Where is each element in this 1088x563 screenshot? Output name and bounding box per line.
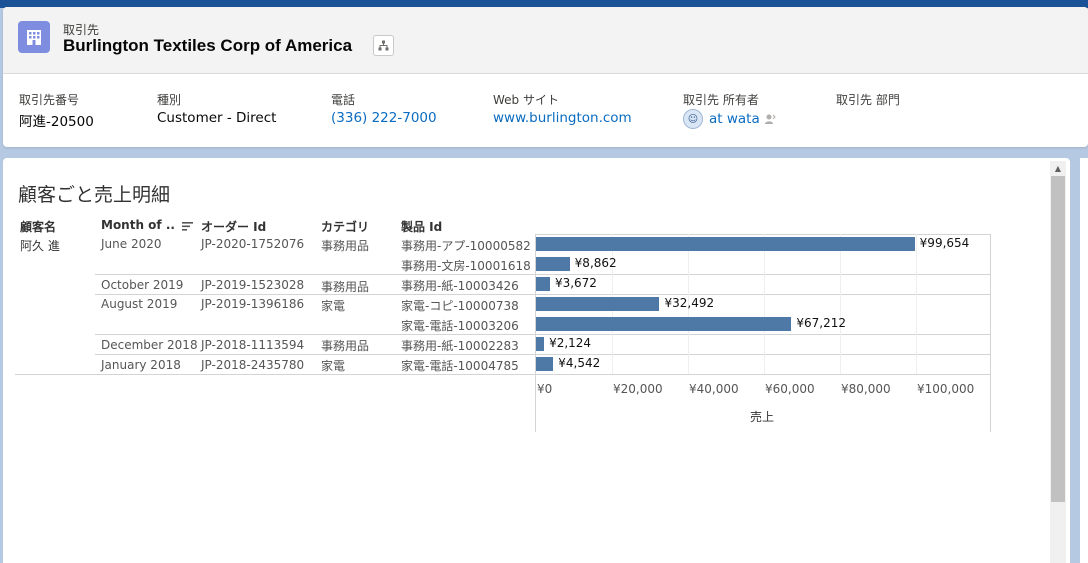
phone-link[interactable]: (336) 222-7000: [331, 110, 437, 126]
chart-top-border: [535, 234, 991, 235]
chart-bar[interactable]: [536, 297, 660, 311]
owner-avatar[interactable]: ☺: [683, 109, 703, 129]
order-id-cell[interactable]: JP-2018-1113594: [201, 338, 304, 352]
chart-bar[interactable]: [536, 237, 915, 251]
category-cell[interactable]: 家電: [321, 297, 345, 314]
col-header-customer[interactable]: 顧客名: [20, 218, 56, 235]
field-label: 取引先 所有者: [683, 93, 759, 107]
bar-value-label: ¥3,672: [554, 276, 597, 290]
x-axis-tick-label: ¥60,000: [765, 382, 815, 396]
row-divider: [95, 274, 991, 275]
order-id-cell[interactable]: JP-2019-1523028: [201, 278, 304, 292]
website-link[interactable]: www.burlington.com: [493, 110, 632, 126]
record-title: Burlington Textiles Corp of America: [63, 36, 353, 55]
x-axis-title: 売上: [750, 410, 775, 424]
month-cell[interactable]: August 2019: [101, 297, 177, 311]
field-type: 種別 Customer - Direct: [157, 91, 276, 126]
bar-value-label: ¥67,212: [796, 316, 847, 330]
x-axis-tick-label: ¥80,000: [841, 382, 891, 396]
side-card-edge: [1080, 158, 1088, 563]
chart-bar[interactable]: [536, 257, 570, 271]
record-header-top: 取引先 Burlington Textiles Corp of America: [3, 7, 1088, 74]
x-axis-tick-label: ¥100,000: [917, 382, 975, 396]
order-id-cell[interactable]: JP-2019-1396186: [201, 297, 304, 311]
category-cell[interactable]: 事務用品: [321, 337, 369, 354]
product-id-cell[interactable]: 家電-電話-10004785: [401, 357, 519, 374]
field-label: 取引先番号: [19, 93, 80, 107]
change-owner-icon[interactable]: [764, 113, 776, 125]
row-divider: [95, 334, 991, 335]
bar-value-label: ¥32,492: [664, 296, 715, 310]
sort-icon[interactable]: [182, 221, 194, 231]
bar-value-label: ¥2,124: [549, 336, 592, 350]
account-object-icon: [18, 21, 50, 53]
category-cell[interactable]: 事務用品: [321, 237, 369, 254]
chart-bar[interactable]: [536, 317, 792, 331]
field-value: Customer - Direct: [157, 110, 277, 126]
field-label: 種別: [157, 93, 182, 107]
order-id-cell[interactable]: JP-2018-2435780: [201, 358, 304, 372]
field-owner: 取引先 所有者 ☺ at wata: [683, 91, 776, 129]
product-id-cell[interactable]: 事務用-アプ-10000582: [401, 237, 531, 254]
chart-bar[interactable]: [536, 357, 554, 371]
field-website: Web サイト www.burlington.com: [493, 91, 632, 126]
field-phone: 電話 (336) 222-7000: [331, 91, 437, 126]
product-id-cell[interactable]: 事務用-文房-10001618: [401, 257, 531, 274]
month-cell[interactable]: January 2018: [101, 358, 181, 372]
bar-value-label: ¥4,542: [558, 356, 601, 370]
month-cell[interactable]: December 2018: [101, 338, 198, 352]
x-axis-tick-label: ¥20,000: [613, 382, 663, 396]
field-value: 阿進-20500: [19, 114, 94, 130]
field-division: 取引先 部門: [836, 91, 900, 110]
owner-link[interactable]: at wata: [709, 111, 760, 127]
product-id-cell[interactable]: 家電-電話-10003206: [401, 317, 519, 334]
col-header-product[interactable]: 製品 Id: [401, 218, 442, 235]
product-id-cell[interactable]: 家電-コピ-10000738: [401, 297, 519, 314]
owner-row: ☺ at wata: [683, 109, 776, 129]
customer-name-cell[interactable]: 阿久 進: [20, 237, 60, 254]
product-id-cell[interactable]: 事務用-紙-10003426: [401, 277, 519, 294]
col-header-order[interactable]: オーダー Id: [201, 218, 266, 235]
category-cell[interactable]: 家電: [321, 357, 345, 374]
table-bottom-border: [15, 374, 991, 375]
category-cell[interactable]: 事務用品: [321, 278, 369, 295]
row-divider: [95, 294, 991, 295]
product-id-cell[interactable]: 事務用-紙-10002283: [401, 337, 519, 354]
col-header-month-label: Month of ..: [101, 218, 175, 232]
scrollbar-thumb[interactable]: [1051, 176, 1065, 502]
scroll-up-arrow-icon[interactable]: ▲: [1050, 161, 1066, 175]
row-divider: [95, 354, 991, 355]
chart-gridline: [916, 234, 917, 374]
x-axis-tick-label: ¥0: [537, 382, 553, 396]
col-header-category[interactable]: カテゴリ: [321, 218, 369, 235]
chart-right-border: [990, 234, 991, 432]
chart-gridline: [840, 234, 841, 374]
bar-value-label: ¥99,654: [919, 236, 970, 250]
col-header-month[interactable]: Month of ..: [101, 218, 194, 232]
view-hierarchy-button[interactable]: [373, 35, 394, 56]
order-id-cell[interactable]: JP-2020-1752076: [201, 237, 304, 251]
record-header: 取引先 Burlington Textiles Corp of America …: [3, 7, 1088, 147]
field-label: Web サイト: [493, 93, 559, 107]
month-cell[interactable]: October 2019: [101, 278, 183, 292]
viz-title: 顧客ごと売上明細: [18, 184, 171, 206]
field-account-number: 取引先番号 阿進-20500: [19, 91, 94, 130]
x-axis-tick-label: ¥40,000: [689, 382, 739, 396]
hierarchy-icon: [378, 40, 389, 51]
month-cell[interactable]: June 2020: [101, 237, 162, 251]
field-label: 取引先 部門: [836, 93, 900, 107]
bar-value-label: ¥8,862: [574, 256, 617, 270]
field-label: 電話: [331, 93, 356, 107]
chart-bar[interactable]: [536, 277, 550, 291]
chart-gridline: [764, 234, 765, 374]
chart-bar[interactable]: [536, 337, 545, 351]
